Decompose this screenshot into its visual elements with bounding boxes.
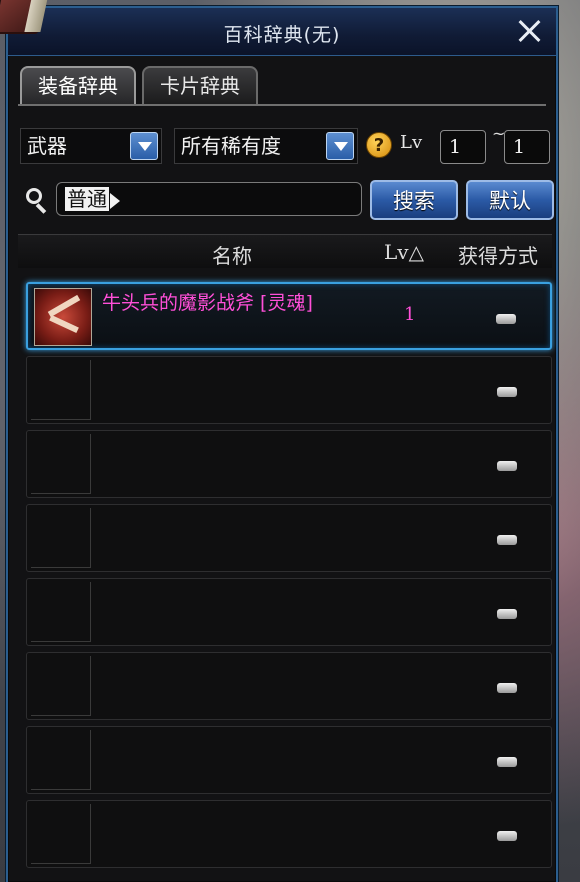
dash-icon[interactable] [497,461,517,471]
chevron-down-icon[interactable] [326,132,354,160]
dash-icon[interactable] [497,535,517,545]
tab-divider [18,104,546,106]
rarity-select-value: 所有稀有度 [181,134,281,158]
empty-slot [31,730,91,790]
table-row[interactable] [26,652,552,720]
column-header-lv[interactable]: Lv△ [384,240,424,264]
search-input[interactable]: 普通 [56,182,362,216]
chevron-down-icon[interactable] [130,132,158,160]
dash-icon[interactable] [497,609,517,619]
table-row[interactable] [26,430,552,498]
empty-slot [31,582,91,642]
search-row: 普通 搜索 默认 [20,180,554,220]
empty-slot [31,360,91,420]
caret-icon [110,192,120,209]
tab-bar: 装备辞典 卡片辞典 [20,66,258,104]
book-icon [0,0,54,36]
tab-card-dictionary[interactable]: 卡片辞典 [142,66,258,104]
item-level: 1 [404,304,416,325]
list-header: 名称 Lv△ 获得方式 [18,234,552,268]
empty-slot [31,508,91,568]
empty-slot [31,804,91,864]
dash-icon[interactable] [497,757,517,767]
table-row[interactable] [26,578,552,646]
close-icon[interactable] [514,16,544,46]
encyclopedia-window: 百科辞典(无) 装备辞典 卡片辞典 武器 所有稀有度 ? Lv 1 ~ 1 普通… [6,6,558,882]
empty-slot [31,656,91,716]
item-list: 名称 Lv△ 获得方式 牛头兵的魔影战斧 [灵魂] 1 [18,234,552,882]
tab-equipment-dictionary[interactable]: 装备辞典 [20,66,136,104]
item-name: 牛头兵的魔影战斧 [灵魂] [102,292,313,314]
rarity-select[interactable]: 所有稀有度 [174,128,358,164]
table-row[interactable] [26,356,552,424]
dash-icon[interactable] [497,683,517,693]
table-row[interactable]: 牛头兵的魔影战斧 [灵魂] 1 [26,282,552,350]
level-min-input[interactable]: 1 [440,130,486,164]
category-select[interactable]: 武器 [20,128,162,164]
table-row[interactable] [26,726,552,794]
table-row[interactable] [26,504,552,572]
dash-icon[interactable] [496,314,516,324]
table-row[interactable] [26,800,552,868]
search-button[interactable]: 搜索 [370,180,458,220]
level-max-input[interactable]: 1 [504,130,550,164]
level-label: Lv [400,132,423,153]
title-bar[interactable]: 百科辞典(无) [8,8,556,56]
window-title: 百科辞典(无) [223,24,341,46]
search-icon [22,186,50,214]
default-button[interactable]: 默认 [466,180,554,220]
dash-icon[interactable] [497,387,517,397]
axe-icon [34,288,92,346]
filter-row: 武器 所有稀有度 ? Lv 1 ~ 1 [20,124,550,164]
search-input-value: 普通 [65,187,109,211]
empty-slot [31,434,91,494]
column-header-source[interactable]: 获得方式 [458,240,538,269]
dash-icon[interactable] [497,831,517,841]
category-select-value: 武器 [27,134,67,158]
column-header-name[interactable]: 名称 [212,240,252,269]
help-icon[interactable]: ? [366,132,392,158]
